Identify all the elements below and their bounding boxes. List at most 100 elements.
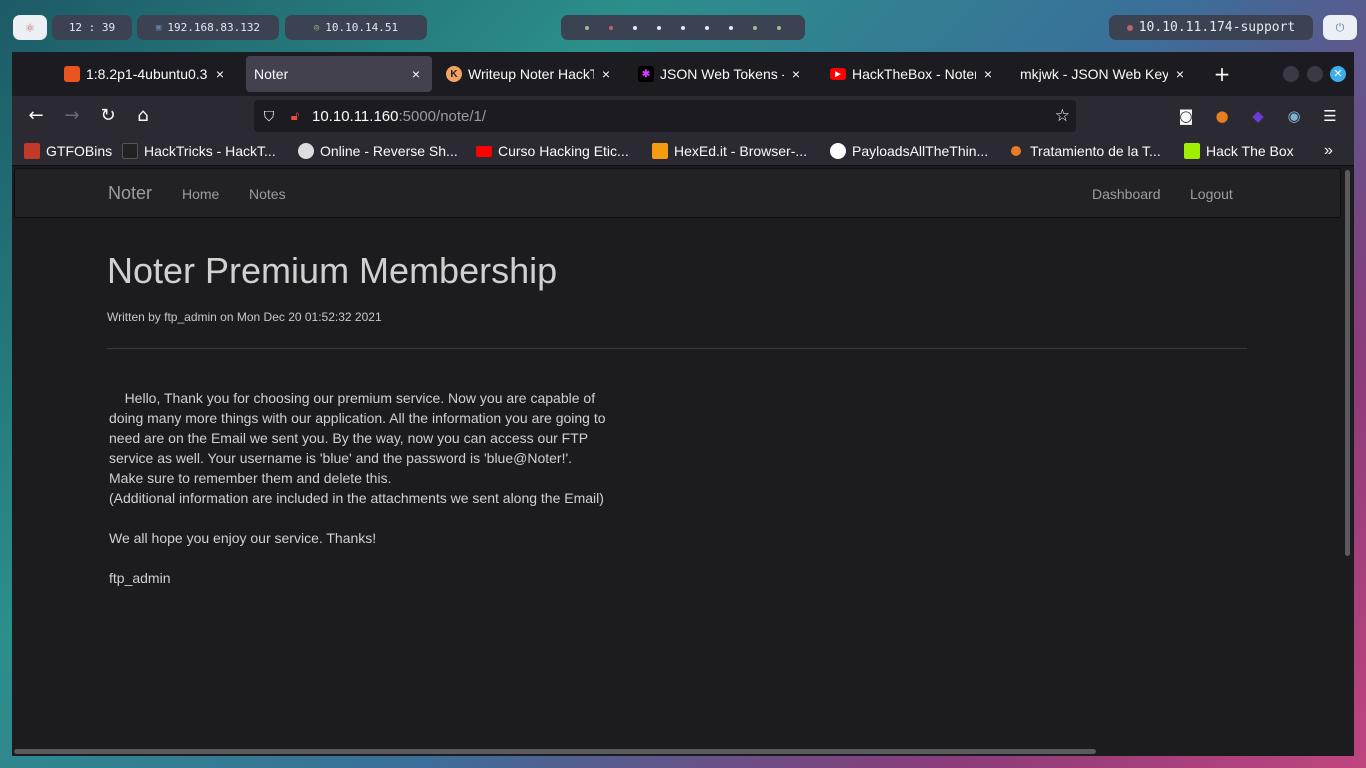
back-button[interactable]: ← xyxy=(24,104,48,128)
nav-logout-link[interactable]: Logout xyxy=(1190,186,1233,202)
target-indicator-icon xyxy=(1126,24,1133,31)
home-button[interactable]: ⌂ xyxy=(131,104,155,128)
shield-icon[interactable]: ⛉ xyxy=(254,108,284,125)
bookmark-hacktricks[interactable]: HackTricks - HackT... xyxy=(122,141,276,161)
workspace-dot[interactable] xyxy=(609,25,613,30)
new-tab-button[interactable]: + xyxy=(1210,60,1234,88)
tab-title: mkjwk - JSON Web Key xyxy=(1020,66,1168,82)
tab-jwt[interactable]: ✱ JSON Web Tokens - jw × xyxy=(630,56,812,92)
vpn-ip-text: 10.10.14.51 xyxy=(325,21,399,34)
reload-button[interactable]: ↻ xyxy=(96,104,120,128)
network-icon: ▣ xyxy=(155,22,162,33)
horizontal-scrollbar-thumb[interactable] xyxy=(14,749,1096,754)
hacktricks-icon xyxy=(122,143,138,159)
jwt-icon: ✱ xyxy=(638,66,654,82)
tab-title: HackTheBox - Noter xyxy=(852,66,976,82)
url-bar[interactable]: ⛉ 🔓︎ 10.10.11.160:5000/note/1/ ☆ xyxy=(254,100,1076,132)
bookmark-label: PayloadsAllTheThin... xyxy=(852,143,989,159)
tab-ubuntu-package[interactable]: 1:8.2p1-4ubuntu0.3 × xyxy=(56,56,236,92)
workspace-dot[interactable] xyxy=(633,25,637,30)
minimize-button[interactable] xyxy=(1283,66,1299,82)
vertical-scrollbar-thumb[interactable] xyxy=(1345,170,1350,556)
hackthebox-cube-icon xyxy=(1184,143,1200,159)
clock: 12 : 39 xyxy=(52,15,132,40)
bookmark-label: Tratamiento de la T... xyxy=(1030,143,1161,159)
bookmarks-overflow-icon[interactable]: » xyxy=(1324,141,1333,161)
nav-notes-link[interactable]: Notes xyxy=(249,186,286,202)
tab-title: Noter xyxy=(254,66,289,82)
bookmark-hackthebox[interactable]: Hack The Box xyxy=(1184,141,1294,161)
bookmark-reverse-shell[interactable]: Online - Reverse Sh... xyxy=(298,141,458,161)
insecure-lock-icon[interactable]: 🔓︎ xyxy=(284,108,306,124)
k-logo-icon: K xyxy=(446,66,462,82)
vpn-ip-widget: ◎ 10.10.14.51 xyxy=(285,15,427,40)
close-icon[interactable]: × xyxy=(788,66,804,82)
tratamiento-icon xyxy=(1011,146,1021,156)
url-host: 10.10.11.160 xyxy=(312,107,399,125)
note-paragraph: Hello, Thank you for choosing our premiu… xyxy=(109,390,606,506)
extension-wappalyzer-icon[interactable]: ◆ xyxy=(1248,106,1268,126)
tab-noter[interactable]: Noter × xyxy=(246,56,432,92)
horizontal-scrollbar[interactable] xyxy=(12,746,1342,756)
note-body: Hello, Thank you for choosing our premiu… xyxy=(109,388,609,588)
url-path: :5000/note/1/ xyxy=(398,107,487,125)
nav-home-link[interactable]: Home xyxy=(182,186,219,202)
clock-text: 12 : 39 xyxy=(68,21,116,34)
atom-icon: ⚛ xyxy=(25,19,35,36)
bookmark-label: GTFOBins xyxy=(46,143,113,159)
tab-mkjwk[interactable]: mkjwk - JSON Web Key × xyxy=(1012,56,1196,92)
bookmark-label: Hack The Box xyxy=(1206,143,1294,159)
bookmark-label: Online - Reverse Sh... xyxy=(320,143,458,159)
close-window-button[interactable]: ✕ xyxy=(1330,66,1346,82)
bookmark-hexed[interactable]: HexEd.it - Browser-... xyxy=(652,141,807,161)
bookmark-curso-hacking[interactable]: Curso Hacking Etic... xyxy=(476,141,629,161)
url-text[interactable]: 10.10.11.160:5000/note/1/ xyxy=(312,108,486,125)
ubuntu-icon xyxy=(64,66,80,82)
bookmark-gtfobins[interactable]: GTFOBins xyxy=(24,141,112,161)
extension-foxyproxy-icon[interactable]: ● xyxy=(1212,106,1232,126)
site-brand[interactable]: Noter xyxy=(108,183,152,204)
close-icon[interactable]: × xyxy=(1172,66,1188,82)
tab-title: Writeup Noter HackT xyxy=(468,66,594,82)
youtube-icon: ▶ xyxy=(830,68,846,80)
power-button[interactable]: ⏻ xyxy=(1323,15,1357,40)
gtfobins-icon xyxy=(24,143,40,159)
nav-dashboard-link[interactable]: Dashboard xyxy=(1092,186,1161,202)
forward-button[interactable]: → xyxy=(60,104,84,128)
tab-writeup[interactable]: K Writeup Noter HackT × xyxy=(438,56,622,92)
youtube-icon xyxy=(476,145,492,157)
tab-strip: 1:8.2p1-4ubuntu0.3 × Noter × K Writeup N… xyxy=(12,52,1354,96)
workspace-dot[interactable] xyxy=(729,25,733,30)
browser-window: 1:8.2p1-4ubuntu0.3 × Noter × K Writeup N… xyxy=(12,52,1354,756)
extension-cookie-editor-icon[interactable]: ◉ xyxy=(1284,106,1304,126)
workspace-dot[interactable] xyxy=(681,25,685,30)
tab-title: 1:8.2p1-4ubuntu0.3 xyxy=(86,66,208,82)
bookmark-tratamiento[interactable]: Tratamiento de la T... xyxy=(1008,141,1161,161)
bookmark-label: HackTricks - HackT... xyxy=(144,143,276,159)
workspace-dot[interactable] xyxy=(777,25,781,30)
bookmark-star-icon[interactable]: ☆ xyxy=(1055,106,1070,126)
vertical-scrollbar[interactable] xyxy=(1344,166,1352,746)
tab-youtube-noter[interactable]: ▶ HackTheBox - Noter × xyxy=(822,56,1004,92)
workspace-dot[interactable] xyxy=(753,25,757,30)
bookmark-payloadsallthethings[interactable]: PayloadsAllTheThin... xyxy=(830,141,988,161)
close-icon[interactable]: × xyxy=(408,66,424,82)
menu-icon[interactable]: ☰ xyxy=(1320,106,1340,126)
close-icon[interactable]: × xyxy=(980,66,996,82)
close-icon[interactable]: × xyxy=(598,66,614,82)
tab-title: JSON Web Tokens - jw xyxy=(660,66,784,82)
workspace-switcher[interactable] xyxy=(561,15,805,40)
page-content: Noter Home Notes Dashboard Logout Noter … xyxy=(12,166,1342,746)
launcher-button[interactable]: ⚛ xyxy=(13,15,47,40)
workspace-dot[interactable] xyxy=(657,25,661,30)
note-title: Noter Premium Membership xyxy=(107,250,558,291)
pocket-icon[interactable]: ◙ xyxy=(1176,106,1196,126)
workspace-dot[interactable] xyxy=(585,25,589,30)
maximize-button[interactable] xyxy=(1307,66,1323,82)
github-icon xyxy=(830,143,846,159)
skull-icon xyxy=(298,143,314,159)
workspace-dot[interactable] xyxy=(705,25,709,30)
bookmarks-toolbar: GTFOBins HackTricks - HackT... Online - … xyxy=(12,136,1354,166)
desktop-top-bar: ⚛ 12 : 39 ▣ 192.168.83.132 ◎ 10.10.14.51… xyxy=(0,0,1366,52)
close-icon[interactable]: × xyxy=(212,66,228,82)
